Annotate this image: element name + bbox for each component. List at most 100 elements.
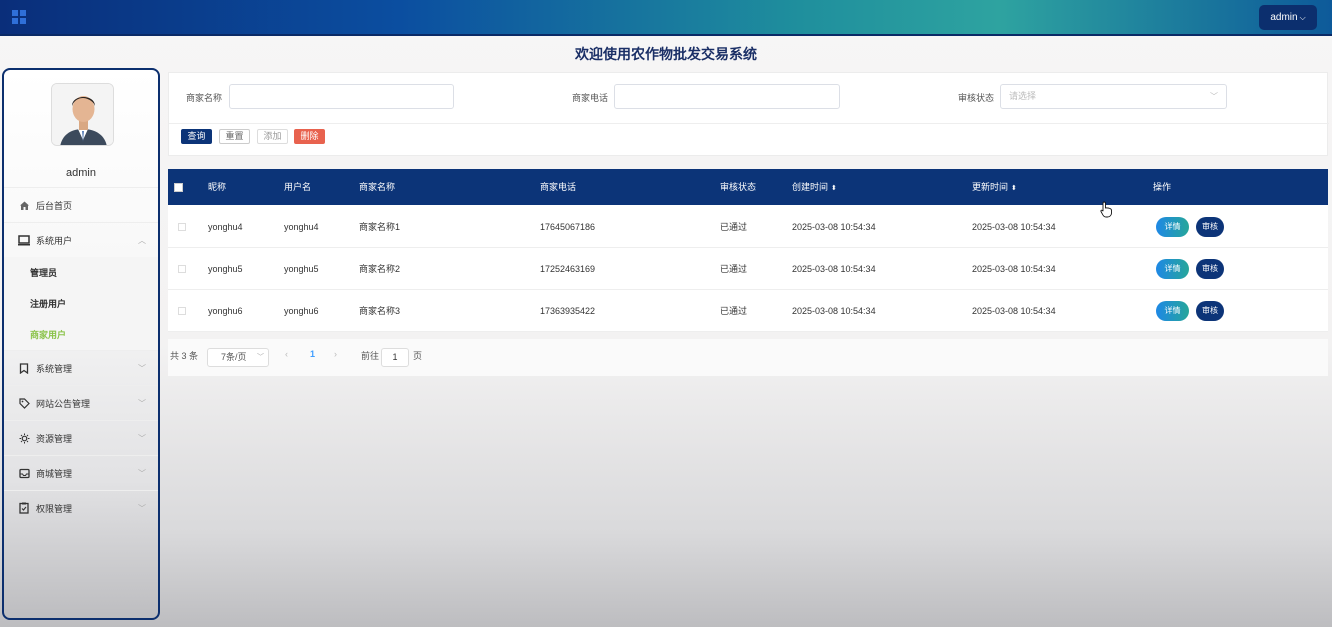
chevron-down-icon: ﹀ bbox=[138, 434, 146, 443]
goto-page-input[interactable]: 1 bbox=[381, 348, 409, 367]
sidebar-item-label: 系统用户 bbox=[36, 235, 73, 246]
column-header-updated-label: 更新时间 bbox=[972, 182, 1009, 192]
cell-status: 已通过 bbox=[720, 264, 748, 274]
column-header-merchant-name: 商家名称 bbox=[359, 182, 396, 192]
clipboard-icon bbox=[18, 502, 30, 514]
column-header-created[interactable]: 创建时间 ⬍ bbox=[792, 169, 837, 205]
pagination-total: 共 3 条 bbox=[170, 351, 199, 361]
merchant-phone-input[interactable] bbox=[614, 84, 840, 109]
delete-button[interactable]: 删除 bbox=[294, 129, 325, 144]
chevron-down-icon: ﹀ bbox=[138, 364, 146, 373]
detail-button[interactable]: 详情 bbox=[1156, 259, 1189, 279]
sidebar-item-label: 权限管理 bbox=[36, 503, 73, 514]
sidebar-item-home[interactable]: 后台首页 bbox=[4, 187, 158, 222]
audit-button[interactable]: 审核 bbox=[1196, 259, 1224, 279]
table-row: yonghu4 yonghu4 商家名称1 17645067186 已通过 20… bbox=[168, 206, 1328, 248]
row-checkbox[interactable] bbox=[178, 307, 186, 315]
menu-grid-icon[interactable] bbox=[12, 10, 26, 24]
cell-merchant-phone: 17363935422 bbox=[540, 306, 596, 316]
top-bar: admin ⌵ bbox=[0, 0, 1332, 36]
status-select[interactable]: 请选择 ﹀ bbox=[1000, 84, 1227, 109]
sidebar-item-system-management[interactable]: 系统管理 ﹀ bbox=[4, 350, 158, 385]
cell-nickname: yonghu6 bbox=[208, 306, 243, 316]
cell-created: 2025-03-08 10:54:34 bbox=[792, 222, 876, 232]
query-button[interactable]: 查询 bbox=[181, 129, 212, 144]
cell-updated: 2025-03-08 10:54:34 bbox=[972, 264, 1056, 274]
cell-username: yonghu5 bbox=[284, 264, 319, 274]
pointer-cursor-icon bbox=[1100, 201, 1114, 221]
page-size-select[interactable]: 7条/页 ﹀ bbox=[207, 348, 269, 367]
cell-merchant-name: 商家名称2 bbox=[359, 264, 401, 274]
add-button[interactable]: 添加 bbox=[257, 129, 288, 144]
cell-merchant-phone: 17645067186 bbox=[540, 222, 596, 232]
sidebar-item-system-users[interactable]: 系统用户 ︿ bbox=[4, 222, 158, 257]
next-page-button[interactable]: › bbox=[334, 349, 337, 359]
table-row: yonghu6 yonghu6 商家名称3 17363935422 已通过 20… bbox=[168, 290, 1328, 332]
admin-dropdown-button[interactable]: admin ⌵ bbox=[1259, 5, 1317, 30]
table-row: yonghu5 yonghu5 商家名称2 17252463169 已通过 20… bbox=[168, 248, 1328, 290]
divider bbox=[169, 123, 1329, 124]
cell-username: yonghu4 bbox=[284, 222, 319, 232]
data-table: 昵称 用户名 商家名称 商家电话 审核状态 创建时间 ⬍ 更新时间 ⬍ 操作 yon… bbox=[168, 169, 1328, 332]
sidebar-item-label: 系统管理 bbox=[36, 363, 73, 374]
chevron-down-icon: ⌵ bbox=[1299, 13, 1306, 22]
chevron-up-icon: ︿ bbox=[138, 236, 146, 245]
column-header-updated[interactable]: 更新时间 ⬍ bbox=[972, 169, 1017, 205]
home-icon bbox=[18, 199, 30, 211]
reset-button[interactable]: 重置 bbox=[219, 129, 250, 144]
cell-updated: 2025-03-08 10:54:34 bbox=[972, 222, 1056, 232]
sidebar-item-label: 后台首页 bbox=[36, 200, 73, 211]
column-header-created-label: 创建时间 bbox=[792, 182, 829, 192]
search-panel: 商家名称 商家电话 审核状态 请选择 ﹀ 查询 重置 添加 删除 bbox=[168, 72, 1329, 156]
cell-updated: 2025-03-08 10:54:34 bbox=[972, 306, 1056, 316]
sidebar-menu: 后台首页 系统用户 ︿ 管理员 注册用户 商家用户 系统管理 ﹀ 网站公告管理 … bbox=[4, 187, 158, 525]
column-header-username: 用户名 bbox=[284, 182, 312, 192]
column-header-status: 审核状态 bbox=[720, 182, 757, 192]
sidebar-item-permission-management[interactable]: 权限管理 ﹀ bbox=[4, 490, 158, 525]
sidebar-item-resource-management[interactable]: 资源管理 ﹀ bbox=[4, 420, 158, 455]
monitor-icon bbox=[18, 234, 30, 246]
column-header-merchant-phone: 商家电话 bbox=[540, 182, 577, 192]
sort-icon[interactable]: ⬍ bbox=[1011, 185, 1017, 192]
audit-button[interactable]: 审核 bbox=[1196, 217, 1224, 237]
sidebar-item-mall-management[interactable]: 商城管理 ﹀ bbox=[4, 455, 158, 490]
page-size-value: 7条/页 bbox=[221, 352, 247, 362]
admin-label: admin bbox=[1270, 12, 1298, 23]
cell-status: 已通过 bbox=[720, 306, 748, 316]
sort-icon[interactable]: ⬍ bbox=[831, 185, 837, 192]
page-suffix-label: 页 bbox=[413, 351, 423, 361]
cell-merchant-name: 商家名称3 bbox=[359, 306, 401, 316]
cell-merchant-name: 商家名称1 bbox=[359, 222, 401, 232]
merchant-name-input[interactable] bbox=[229, 84, 454, 109]
detail-button[interactable]: 详情 bbox=[1156, 217, 1189, 237]
cell-merchant-phone: 17252463169 bbox=[540, 264, 596, 274]
column-header-nickname: 昵称 bbox=[208, 182, 227, 192]
detail-button[interactable]: 详情 bbox=[1156, 301, 1189, 321]
cell-created: 2025-03-08 10:54:34 bbox=[792, 264, 876, 274]
pagination: 共 3 条 7条/页 ﹀ ‹ 1 › 前往 1 页 bbox=[168, 339, 1328, 376]
table-header: 昵称 用户名 商家名称 商家电话 审核状态 创建时间 ⬍ 更新时间 ⬍ 操作 bbox=[168, 169, 1328, 205]
chevron-down-icon: ﹀ bbox=[138, 469, 146, 478]
sidebar-subitem-admin[interactable]: 管理员 bbox=[4, 257, 158, 288]
avatar-image bbox=[52, 84, 113, 145]
sidebar-item-label: 资源管理 bbox=[36, 433, 73, 444]
merchant-name-label: 商家名称 bbox=[186, 93, 223, 103]
sidebar-subitem-registered-users[interactable]: 注册用户 bbox=[4, 288, 158, 319]
page-number-current[interactable]: 1 bbox=[310, 349, 315, 359]
audit-button[interactable]: 审核 bbox=[1196, 301, 1224, 321]
sidebar-subitem-merchant-users[interactable]: 商家用户 bbox=[4, 319, 158, 350]
goto-label: 前往 bbox=[361, 351, 380, 361]
row-checkbox[interactable] bbox=[178, 265, 186, 273]
inbox-icon bbox=[18, 467, 30, 479]
prev-page-button[interactable]: ‹ bbox=[285, 349, 288, 359]
sidebar-item-notice-management[interactable]: 网站公告管理 ﹀ bbox=[4, 385, 158, 420]
row-checkbox[interactable] bbox=[178, 223, 186, 231]
status-placeholder: 请选择 bbox=[1009, 91, 1037, 101]
cell-nickname: yonghu4 bbox=[208, 222, 243, 232]
sidebar: admin 后台首页 系统用户 ︿ 管理员 注册用户 商家用户 系统管理 ﹀ 网… bbox=[2, 68, 160, 620]
select-all-checkbox[interactable] bbox=[174, 183, 183, 192]
cell-status: 已通过 bbox=[720, 222, 748, 232]
cell-username: yonghu6 bbox=[284, 306, 319, 316]
sidebar-item-label: 网站公告管理 bbox=[36, 398, 91, 409]
sidebar-user-name: admin bbox=[66, 167, 96, 179]
